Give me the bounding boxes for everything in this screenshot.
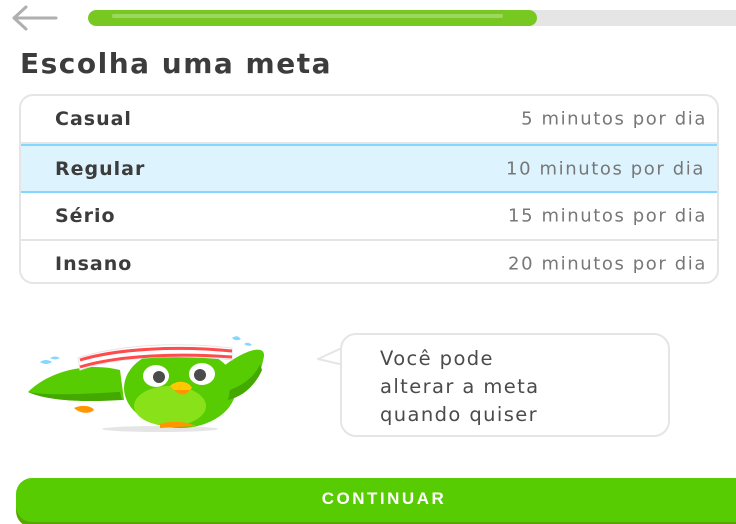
progress-bar bbox=[88, 10, 736, 26]
goal-selection-screen: Escolha uma meta Casual 5 minutos por di… bbox=[0, 0, 736, 524]
goal-option-name: Regular bbox=[55, 157, 146, 180]
goal-option-insano[interactable]: Insano 20 minutos por dia bbox=[21, 241, 717, 282]
speech-bubble: Você pode alterar a meta quando quiser bbox=[340, 333, 670, 437]
goal-option-regular[interactable]: Regular 10 minutos por dia bbox=[21, 144, 717, 193]
page-title: Escolha uma meta bbox=[20, 47, 332, 80]
back-button[interactable] bbox=[10, 4, 58, 32]
goal-option-name: Sério bbox=[55, 205, 116, 227]
continue-button[interactable]: CONTINUAR bbox=[16, 478, 736, 522]
goal-option-name: Insano bbox=[55, 252, 133, 275]
progress-bar-fill bbox=[88, 10, 537, 26]
goal-option-time: 20 minutos por dia bbox=[508, 253, 707, 274]
goal-list: Casual 5 minutos por dia Regular 10 minu… bbox=[19, 94, 719, 284]
owl-mascot-icon bbox=[20, 330, 270, 440]
goal-option-casual[interactable]: Casual 5 minutos por dia bbox=[21, 96, 717, 144]
goal-option-time: 10 minutos por dia bbox=[506, 158, 705, 179]
speech-bubble-text: Você pode alterar a meta quando quiser bbox=[380, 347, 540, 426]
goal-option-time: 15 minutos por dia bbox=[508, 205, 707, 227]
arrow-left-icon bbox=[12, 5, 58, 31]
goal-option-time: 5 minutos por dia bbox=[521, 108, 707, 130]
goal-option-serio[interactable]: Sério 15 minutos por dia bbox=[21, 193, 717, 241]
goal-option-name: Casual bbox=[55, 108, 132, 130]
continue-button-label: CONTINUAR bbox=[321, 489, 447, 508]
